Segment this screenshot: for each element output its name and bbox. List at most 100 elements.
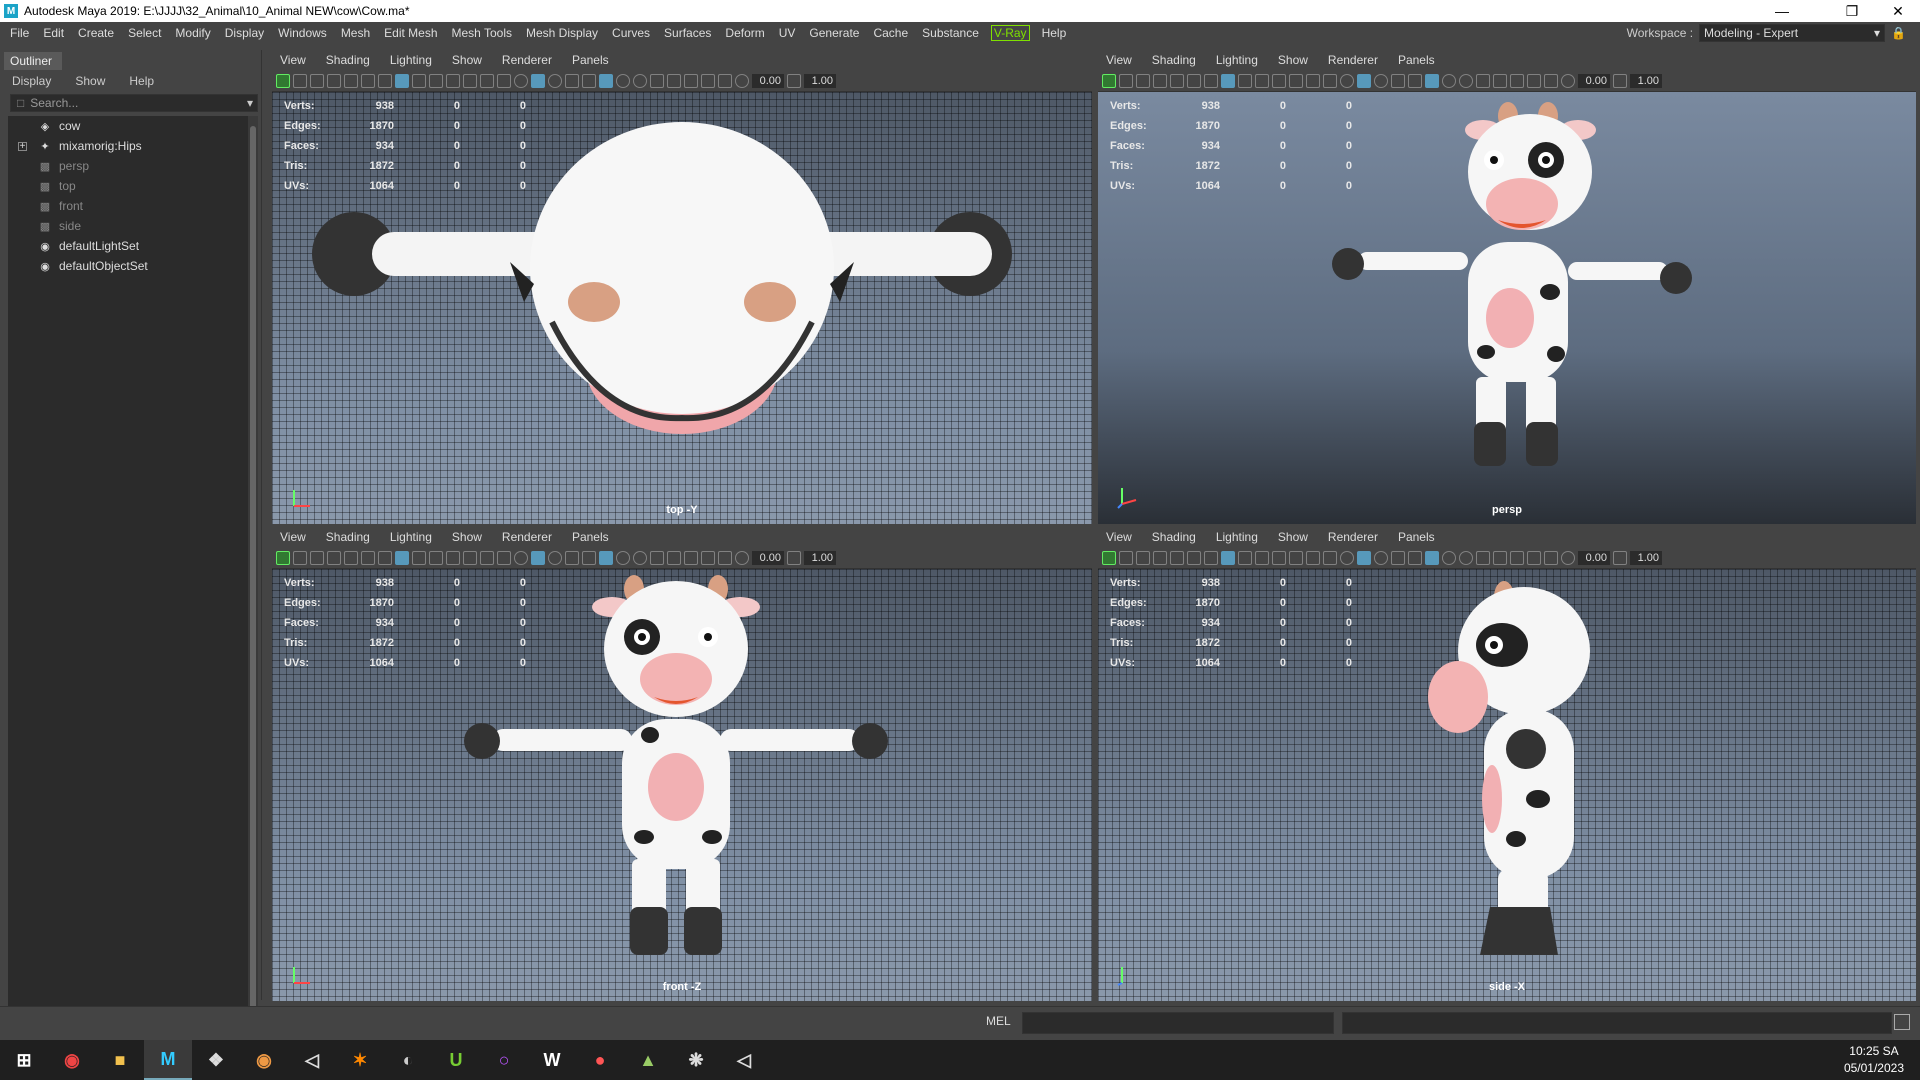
camera-lock-icon[interactable] [1119, 73, 1133, 88]
gate-mask-icon[interactable] [1272, 73, 1286, 88]
screen-space-ao-icon[interactable] [616, 73, 630, 88]
camera-attributes-icon[interactable] [1136, 550, 1150, 565]
grease-pencil-icon[interactable] [378, 73, 392, 88]
resolution-gate-icon[interactable] [1255, 73, 1269, 88]
two-d-pan-icon[interactable] [361, 550, 375, 565]
grid-icon[interactable] [395, 550, 409, 565]
depth-of-field-icon[interactable] [667, 73, 681, 88]
viewport-menu-show[interactable]: Show [444, 53, 482, 67]
bookmark-icon[interactable] [327, 550, 341, 565]
workspace-dropdown[interactable]: Modeling - Expert ▾ [1699, 24, 1886, 42]
gate-mask-icon[interactable] [446, 73, 460, 88]
select-camera-icon[interactable] [1102, 73, 1116, 88]
outliner-item-persp[interactable]: ▩ persp [8, 156, 248, 176]
textured-icon[interactable] [1391, 73, 1405, 88]
exposure-icon[interactable] [1561, 73, 1575, 88]
grid-icon[interactable] [1221, 73, 1235, 88]
exposure-field[interactable]: 0.00 [752, 550, 784, 565]
menu-edit[interactable]: Edit [36, 26, 71, 40]
film-gate-icon[interactable] [412, 550, 426, 565]
safe-action-icon[interactable] [1306, 73, 1320, 88]
default-material-icon[interactable] [548, 73, 562, 88]
menu-edit-mesh[interactable]: Edit Mesh [377, 26, 444, 40]
film-gate-icon[interactable] [1238, 550, 1252, 565]
textured-icon[interactable] [565, 550, 579, 565]
depth-of-field-icon[interactable] [1493, 73, 1507, 88]
windows-start-icon[interactable]: ⊞ [0, 1040, 48, 1080]
wireframe-icon[interactable] [1340, 73, 1354, 88]
menu-cache[interactable]: Cache [866, 26, 915, 40]
film-gate-icon[interactable] [412, 73, 426, 88]
anti-aliasing-icon[interactable] [650, 550, 664, 565]
outliner-item-top[interactable]: ▩ top [8, 176, 248, 196]
smooth-shade-icon[interactable] [531, 73, 545, 88]
depth-of-field-icon[interactable] [667, 550, 681, 565]
camera-attributes-icon[interactable] [310, 550, 324, 565]
screen-space-ao-icon[interactable] [1442, 550, 1456, 565]
xray-icon[interactable] [1527, 73, 1541, 88]
outliner-item-front[interactable]: ▩ front [8, 196, 248, 216]
viewport-canvas[interactable]: Verts: 938 0 0 Edges: 1870 0 0 Faces: 934 0 0 Tri… [272, 569, 1092, 1001]
isolate-select-icon[interactable] [1510, 73, 1524, 88]
viewport-menu-show[interactable]: Show [1270, 530, 1308, 544]
chrome-icon[interactable]: ◉ [240, 1040, 288, 1080]
image-plane-icon[interactable] [344, 550, 358, 565]
file-explorer-icon[interactable]: ■ [96, 1040, 144, 1080]
textured-icon[interactable] [1391, 550, 1405, 565]
menu-create[interactable]: Create [71, 26, 121, 40]
viewport-menu-renderer[interactable]: Renderer [1320, 530, 1378, 544]
safe-action-icon[interactable] [480, 73, 494, 88]
viewport-menu-view[interactable]: View [1098, 530, 1132, 544]
two-d-pan-icon[interactable] [361, 73, 375, 88]
upwork-icon[interactable]: U [432, 1040, 480, 1080]
field-chart-icon[interactable] [1289, 550, 1303, 565]
viewport-top[interactable]: View Shading Lighting Show Renderer Pane… [272, 50, 1092, 524]
menu-deform[interactable]: Deform [718, 26, 771, 40]
grease-pencil-icon[interactable] [1204, 550, 1218, 565]
mel-mode-toggle[interactable]: MEL [986, 1014, 1011, 1028]
safe-title-icon[interactable] [497, 550, 511, 565]
menu-windows[interactable]: Windows [271, 26, 334, 40]
shadows-icon[interactable] [599, 550, 613, 565]
epic-launcher-icon[interactable]: ◁ [720, 1040, 768, 1080]
default-material-icon[interactable] [1374, 550, 1388, 565]
menu-substance[interactable]: Substance [915, 26, 986, 40]
grid-icon[interactable] [395, 73, 409, 88]
exposure-field[interactable]: 0.00 [1578, 73, 1610, 88]
shadows-icon[interactable] [1425, 73, 1439, 88]
isolate-select-icon[interactable] [1510, 550, 1524, 565]
screen-space-ao-icon[interactable] [1442, 73, 1456, 88]
search-input[interactable]: Search... [30, 96, 78, 110]
viewport-menu-shading[interactable]: Shading [1144, 530, 1196, 544]
safe-action-icon[interactable] [1306, 550, 1320, 565]
outliner-item-defaultobjectset[interactable]: ◉ defaultObjectSet [8, 256, 248, 276]
viewport-menu-renderer[interactable]: Renderer [1320, 53, 1378, 67]
exposure-field[interactable]: 0.00 [1578, 550, 1610, 565]
motion-blur-icon[interactable] [633, 550, 647, 565]
image-plane-icon[interactable] [344, 73, 358, 88]
anti-aliasing-icon[interactable] [1476, 73, 1490, 88]
field-chart-icon[interactable] [1289, 73, 1303, 88]
safe-action-icon[interactable] [480, 550, 494, 565]
select-camera-icon[interactable] [276, 73, 290, 88]
smooth-shade-icon[interactable] [1357, 550, 1371, 565]
viewport-menu-view[interactable]: View [1098, 53, 1132, 67]
menu-mesh-display[interactable]: Mesh Display [519, 26, 605, 40]
screen-space-ao-icon[interactable] [616, 550, 630, 565]
viewport-menu-lighting[interactable]: Lighting [382, 530, 432, 544]
messenger-icon[interactable]: ● [576, 1040, 624, 1080]
shadows-icon[interactable] [599, 73, 613, 88]
system-clock[interactable]: 10:25 SA 05/01/2023 [1844, 1043, 1904, 1077]
xray-joints-icon[interactable] [1544, 550, 1558, 565]
gamma-icon[interactable] [787, 73, 801, 88]
wireframe-icon[interactable] [514, 73, 528, 88]
outliner-item-defaultlightset[interactable]: ◉ defaultLightSet [8, 236, 248, 256]
film-gate-icon[interactable] [1238, 73, 1252, 88]
gamma-icon[interactable] [787, 550, 801, 565]
wordpad-icon[interactable]: W [528, 1040, 576, 1080]
restore-icon[interactable]: ❐ [1830, 0, 1874, 22]
bookmark-icon[interactable] [1153, 550, 1167, 565]
outliner-item-hips[interactable]: + ✦ mixamorig:Hips [8, 136, 248, 156]
menu-display[interactable]: Display [218, 26, 271, 40]
paint-app-icon[interactable]: ❖ [192, 1040, 240, 1080]
